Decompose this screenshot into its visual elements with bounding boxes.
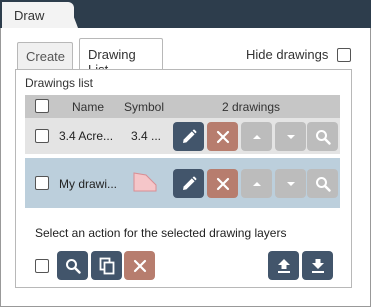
move-down-button[interactable] — [275, 122, 306, 151]
close-icon — [216, 177, 229, 190]
pencil-icon — [182, 176, 196, 190]
tab-create-label: Create — [26, 49, 66, 64]
bulk-zoom-button[interactable] — [57, 251, 88, 280]
table-row[interactable]: 3.4 Acre... 3.4 ... — [25, 118, 340, 154]
arrow-down-icon — [286, 134, 295, 139]
arrow-up-icon — [252, 181, 261, 186]
drawing-name: 3.4 Acre... — [59, 129, 114, 143]
zoom-to-button[interactable] — [307, 122, 338, 151]
bulk-action-prompt: Select an action for the selected drawin… — [35, 226, 287, 240]
search-icon — [315, 176, 331, 192]
bulk-select-checkbox[interactable] — [35, 259, 49, 273]
column-symbol: Symbol — [124, 100, 165, 114]
download-button[interactable] — [302, 251, 333, 280]
row-checkbox[interactable] — [35, 176, 49, 190]
download-icon — [311, 258, 324, 273]
move-down-button[interactable] — [275, 169, 306, 198]
move-up-button[interactable] — [241, 122, 272, 151]
grid-header: Name Symbol 2 drawings — [25, 95, 340, 118]
drawings-count: 2 drawings — [222, 100, 281, 114]
delete-button[interactable] — [207, 169, 238, 198]
hide-drawings-checkbox[interactable] — [337, 48, 351, 62]
upload-button[interactable] — [268, 251, 299, 280]
move-up-button[interactable] — [241, 169, 272, 198]
tab-drawing-list[interactable]: Drawing List — [79, 38, 163, 77]
draw-window-tab[interactable]: Draw — [2, 2, 74, 28]
polygon-symbol-icon — [133, 172, 157, 192]
drawing-name: My drawi... — [59, 177, 118, 191]
copy-icon — [99, 257, 114, 274]
table-row-selected[interactable]: My drawi... — [25, 158, 340, 208]
upload-icon — [277, 258, 290, 273]
row-checkbox[interactable] — [35, 129, 49, 143]
close-icon — [216, 130, 229, 143]
search-icon — [315, 129, 331, 145]
close-icon — [133, 259, 146, 272]
edit-button[interactable] — [173, 169, 204, 198]
bulk-copy-button[interactable] — [91, 251, 122, 280]
tab-create[interactable]: Create — [17, 42, 73, 70]
edit-button[interactable] — [173, 122, 204, 151]
arrow-up-icon — [252, 134, 261, 139]
column-name: Name — [72, 100, 105, 114]
zoom-to-button[interactable] — [307, 169, 338, 198]
pencil-icon — [182, 129, 196, 143]
draw-window-title: Draw — [14, 8, 45, 23]
select-all-checkbox[interactable] — [35, 99, 49, 113]
search-icon — [65, 258, 81, 274]
hide-drawings-label: Hide drawings — [246, 47, 329, 62]
bulk-delete-button[interactable] — [124, 251, 155, 280]
delete-button[interactable] — [207, 122, 238, 151]
arrow-down-icon — [286, 181, 295, 186]
drawings-list-title: Drawings list — [25, 76, 94, 90]
drawing-symbol-text: 3.4 ... — [131, 129, 162, 143]
